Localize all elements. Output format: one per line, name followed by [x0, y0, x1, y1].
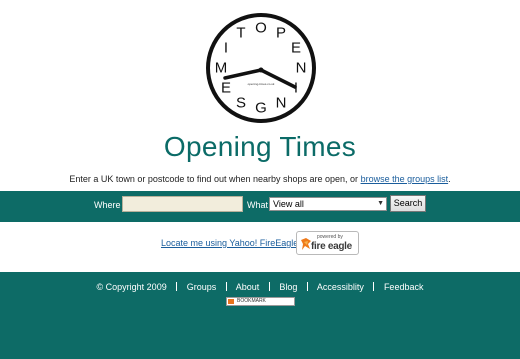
footer-link-about[interactable]: About [236, 282, 260, 292]
fireeagle-name: fire eagle [311, 241, 352, 252]
what-selected-value: View all [273, 199, 304, 209]
footer-link-feedback[interactable]: Feedback [384, 282, 424, 292]
clock-letter: P [276, 25, 286, 42]
browse-groups-link[interactable]: browse the groups list [361, 174, 449, 184]
clock-letter: N [276, 95, 287, 112]
footer: © Copyright 2009 Groups About Blog Acces… [0, 272, 520, 359]
intro-end: . [448, 174, 451, 184]
what-label: What [247, 200, 269, 210]
search-bar: Where What View all ▼ Search [0, 191, 520, 222]
page: O P E N I N G S E M I T opening-times.co… [0, 0, 520, 359]
clock-letter: E [291, 40, 301, 57]
footer-separator [176, 282, 178, 291]
clock-letter: S [236, 95, 246, 112]
clock-letter: O [255, 20, 267, 37]
bookmark-label: BOOKMARK [237, 298, 266, 304]
footer-link-accessibility[interactable]: Accessiblity [317, 282, 364, 292]
bookmark-icon [228, 299, 234, 304]
clock-logo: O P E N I N G S E M I T opening-times.co… [205, 12, 317, 124]
footer-link-blog[interactable]: Blog [279, 282, 297, 292]
clock-center-text: opening-times.co.uk [248, 82, 275, 86]
copyright-text: © Copyright 2009 [96, 282, 167, 292]
where-label: Where [94, 200, 121, 210]
fireeagle-powered-by: powered by [317, 234, 343, 240]
clock-letter: E [221, 80, 231, 97]
intro-text: Enter a UK town or postcode to find out … [0, 174, 520, 184]
clock-letter: N [296, 60, 307, 77]
intro-sentence: Enter a UK town or postcode to find out … [69, 174, 359, 184]
footer-links: © Copyright 2009 Groups About Blog Acces… [0, 282, 520, 292]
footer-separator [306, 282, 308, 291]
clock-letter: M [215, 60, 228, 77]
where-input[interactable] [122, 196, 243, 212]
footer-separator [373, 282, 375, 291]
clock-letter: T [236, 25, 245, 42]
footer-separator [225, 282, 227, 291]
site-title: Opening Times [163, 131, 357, 162]
dropdown-arrow-icon: ▼ [377, 200, 384, 207]
footer-separator [268, 282, 270, 291]
clock-letter: G [255, 100, 267, 117]
footer-link-groups[interactable]: Groups [187, 282, 217, 292]
fireeagle-badge[interactable]: powered by fire eagle [296, 231, 359, 255]
locate-fireeagle-link[interactable]: Locate me using Yahoo! FireEagle [161, 238, 298, 248]
clock-letter: I [224, 40, 228, 57]
clock-face: O P E N I N G S E M I T opening-times.co… [206, 13, 316, 123]
what-select[interactable]: View all ▼ [269, 197, 387, 211]
search-button[interactable]: Search [390, 195, 426, 212]
bookmark-button[interactable]: BOOKMARK [226, 297, 295, 306]
